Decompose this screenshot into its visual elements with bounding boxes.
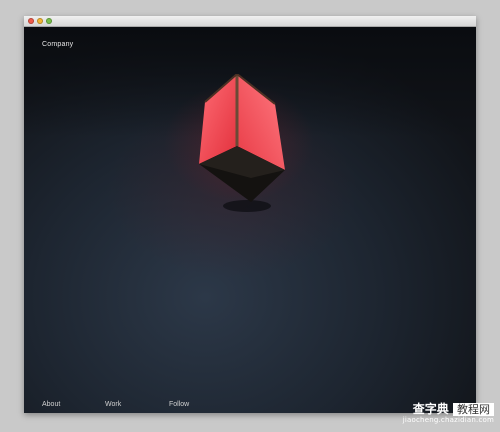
nav-link-follow[interactable]: Follow: [169, 401, 189, 408]
minimize-window-button[interactable]: [37, 18, 43, 24]
red-lamp-image: [199, 74, 285, 212]
watermark-title-text: 查字典: [412, 402, 449, 416]
watermark-url: jiaocheng.chazidian.com: [402, 416, 494, 424]
watermark-box-text: 教程网: [453, 403, 494, 416]
close-window-button[interactable]: [28, 18, 34, 24]
nav-link-work[interactable]: Work: [105, 401, 121, 408]
window-titlebar: [24, 16, 476, 27]
maximize-window-button[interactable]: [46, 18, 52, 24]
watermark-title: 查字典 教程网: [413, 400, 494, 417]
nav-link-about[interactable]: About: [42, 401, 60, 408]
site-watermark: 查字典 教程网 jiaocheng.chazidian.com: [366, 400, 494, 428]
brand-logo-link[interactable]: Company: [42, 41, 73, 48]
hero-section: Company About Work Follow: [24, 27, 476, 413]
browser-window: Company About Work Follow: [24, 16, 476, 413]
